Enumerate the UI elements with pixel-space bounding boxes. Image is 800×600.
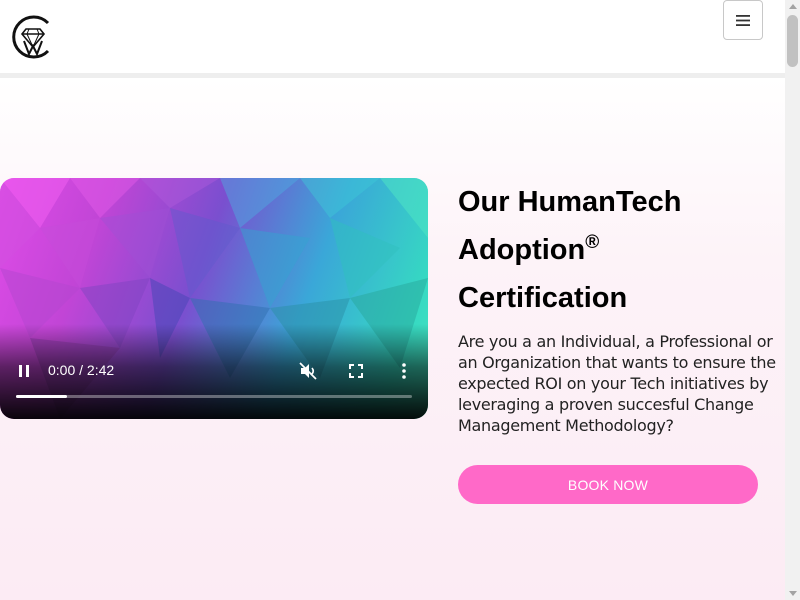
scroll-down-arrow-icon[interactable] (789, 591, 797, 596)
title-line-1: Our HumanTech (458, 186, 682, 218)
page: 0:00 / 2:42 Our HumanTech Adoption® Cert… (0, 0, 785, 600)
video-time-display: 0:00 / 2:42 (48, 362, 115, 378)
video-player[interactable]: 0:00 / 2:42 (0, 178, 428, 419)
scroll-up-arrow-icon[interactable] (789, 4, 797, 9)
title-line-2: Adoption (458, 234, 586, 266)
hero-title: Our HumanTech Adoption® Certification (458, 178, 778, 322)
registered-mark: ® (585, 232, 600, 253)
mute-icon[interactable] (299, 362, 317, 380)
site-header (0, 0, 785, 78)
title-line-3: Certification (458, 282, 628, 314)
more-options-icon[interactable] (401, 363, 407, 379)
book-now-button[interactable]: BOOK NOW (458, 465, 758, 504)
page-scrollbar[interactable] (785, 0, 800, 600)
hamburger-menu-icon (736, 14, 750, 26)
fullscreen-icon[interactable] (349, 364, 363, 378)
logo-icon[interactable] (11, 11, 55, 61)
pause-icon[interactable] (18, 365, 30, 377)
scroll-thumb[interactable] (787, 15, 798, 67)
hero-section: 0:00 / 2:42 Our HumanTech Adoption® Cert… (0, 78, 785, 600)
hero-description: Are you a an Individual, a Professional … (458, 332, 776, 435)
video-progress-fill (16, 395, 68, 398)
menu-toggle-button[interactable] (723, 0, 763, 40)
video-progress-bar[interactable] (16, 395, 412, 398)
